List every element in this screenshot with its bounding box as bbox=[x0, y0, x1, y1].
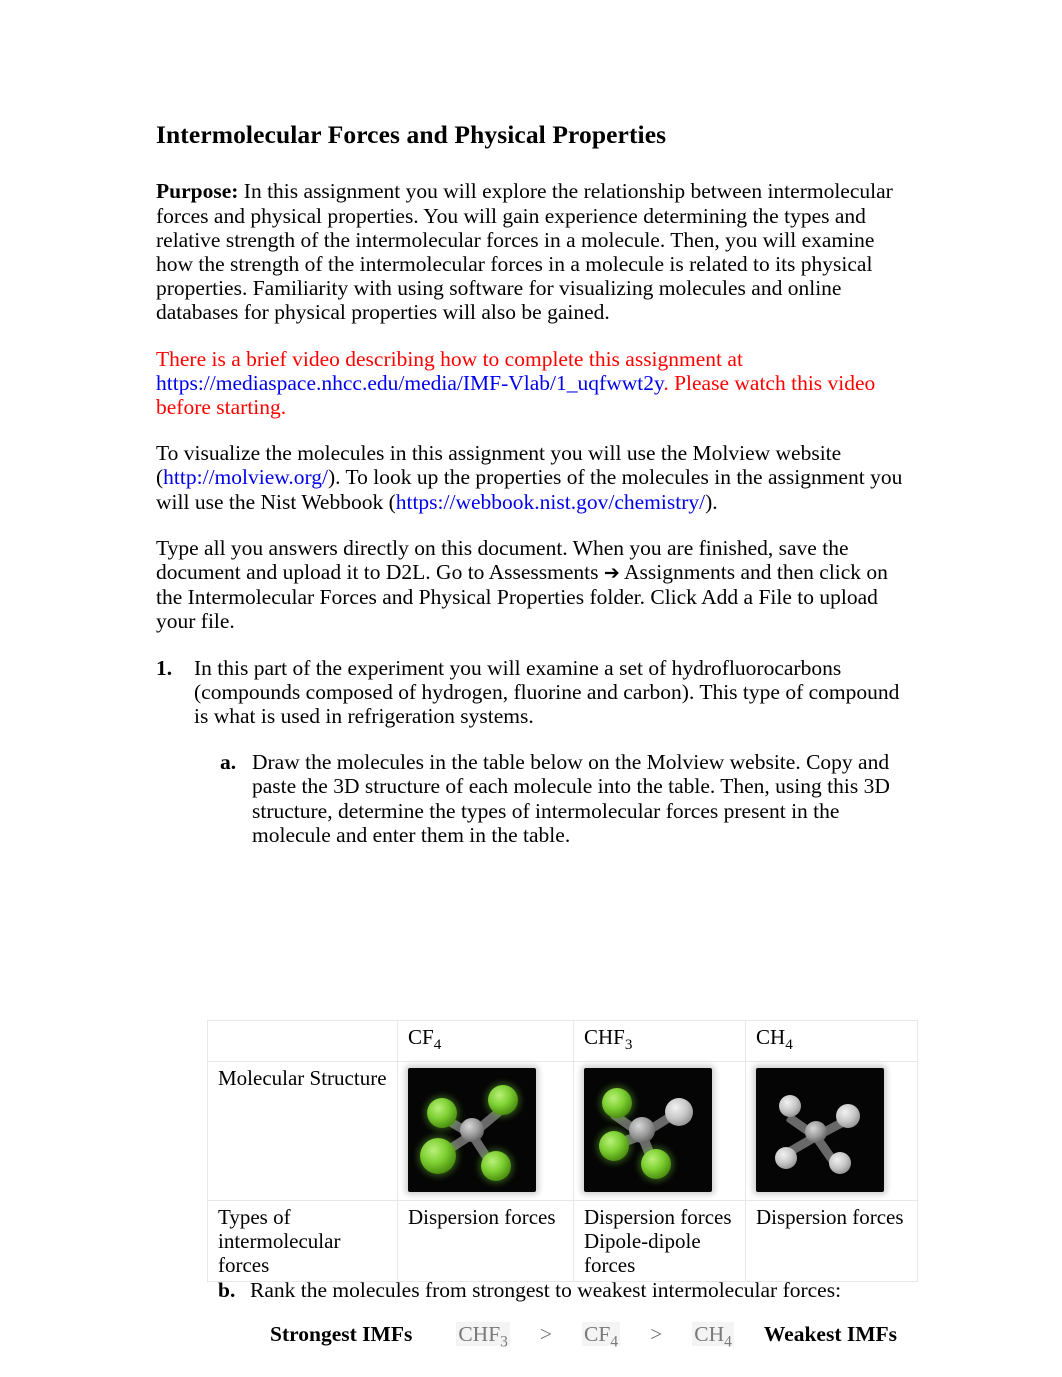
atom-fluorine bbox=[420, 1138, 456, 1175]
column-header-chf3: CHF3 bbox=[573, 1019, 746, 1063]
atom-hydrogen bbox=[779, 1095, 801, 1118]
atom-hydrogen bbox=[836, 1104, 860, 1129]
atom-hydrogen bbox=[665, 1098, 693, 1127]
table-header-row: CF4 CHF3 CH4 bbox=[207, 1019, 918, 1063]
nist-webbook-link[interactable]: https://webbook.nist.gov/chemistry/ bbox=[396, 490, 705, 514]
atom-carbon bbox=[805, 1121, 827, 1144]
page-title: Intermolecular Forces and Physical Prope… bbox=[156, 120, 667, 149]
row-label-molecular-structure: Molecular Structure bbox=[207, 1061, 398, 1202]
row-label-types-of-forces: Types of intermolecular forces bbox=[207, 1200, 398, 1283]
molecule-cell-chf3 bbox=[573, 1061, 746, 1202]
atom-carbon bbox=[629, 1117, 655, 1144]
molecule-image-cf4 bbox=[408, 1068, 536, 1193]
table-row-structure: Molecular Structure bbox=[207, 1061, 918, 1202]
list-item: a. Draw the molecules in the table below… bbox=[156, 750, 908, 847]
atom-fluorine bbox=[641, 1149, 671, 1180]
ranking-answer-1[interactable]: CHF3 bbox=[456, 1322, 510, 1350]
molecule-image-ch4 bbox=[756, 1068, 884, 1193]
question-1a-text: Draw the molecules in the table below on… bbox=[252, 750, 890, 847]
formula-base: CF bbox=[584, 1322, 611, 1346]
question-1b-text: Rank the molecules from strongest to wea… bbox=[250, 1278, 842, 1302]
column-header-cf4: CF4 bbox=[397, 1019, 574, 1063]
formula-base: CF bbox=[408, 1025, 434, 1049]
ranking-separator: > bbox=[650, 1322, 663, 1346]
molecule-cell-ch4 bbox=[745, 1061, 918, 1202]
video-note-before: There is a brief video describing how to… bbox=[156, 346, 743, 371]
question-1-text: In this part of the experiment you will … bbox=[194, 655, 900, 728]
ranking-answer-2[interactable]: CF4 bbox=[582, 1322, 621, 1350]
formula-base: CHF bbox=[584, 1025, 625, 1049]
imf-table: CF4 CHF3 CH4 Molecular Structure Types o… bbox=[207, 1019, 918, 1283]
purpose-paragraph: Purpose: In this assignment you will exp… bbox=[156, 179, 908, 324]
formula-subscript: 4 bbox=[610, 1333, 619, 1351]
strongest-imfs-label: Strongest IMFs bbox=[270, 1322, 413, 1346]
atom-fluorine bbox=[481, 1151, 511, 1182]
right-arrow-icon: ➔ bbox=[603, 561, 620, 584]
formula-subscript: 4 bbox=[724, 1333, 732, 1351]
table-row-forces: Types of intermolecular forces Dispersio… bbox=[207, 1200, 918, 1283]
atom-carbon bbox=[460, 1118, 484, 1143]
video-note-paragraph: There is a brief video describing how to… bbox=[156, 347, 908, 420]
websites-part3: ). bbox=[705, 489, 718, 514]
submission-paragraph: Type all you answers directly on this do… bbox=[156, 536, 908, 634]
atom-hydrogen bbox=[829, 1152, 851, 1175]
molecule-image-chf3 bbox=[584, 1068, 712, 1193]
atom-fluorine bbox=[599, 1131, 629, 1162]
formula-subscript: 4 bbox=[785, 1037, 793, 1054]
ranking-answer-row: Strongest IMFs CHF3 > CF4 > CH4 Weakest IMFs bbox=[218, 1322, 918, 1354]
ranking-line: Strongest IMFs CHF3 > CF4 > CH4 Weakest IMFs bbox=[218, 1322, 918, 1354]
purpose-text: In this assignment you will explore the … bbox=[156, 179, 893, 325]
weakest-imfs-label: Weakest IMFs bbox=[763, 1322, 898, 1346]
forces-cell-chf3[interactable]: Dispersion forces Dipole-dipole forces bbox=[573, 1200, 746, 1283]
formula-subscript: 3 bbox=[624, 1037, 633, 1054]
list-marker-a: a. bbox=[220, 750, 237, 775]
formula-base: CH bbox=[694, 1322, 725, 1346]
atom-fluorine bbox=[488, 1085, 518, 1116]
atom-hydrogen bbox=[775, 1147, 797, 1170]
ranking-separator: > bbox=[539, 1322, 553, 1346]
list-marker-b: b. bbox=[218, 1278, 236, 1302]
forces-cell-cf4[interactable]: Dispersion forces bbox=[397, 1200, 574, 1283]
ranking-answer-3[interactable]: CH4 bbox=[692, 1322, 734, 1350]
column-header-ch4: CH4 bbox=[745, 1019, 918, 1063]
formula-base: CHF bbox=[458, 1322, 501, 1346]
atom-fluorine bbox=[602, 1088, 632, 1119]
websites-paragraph: To visualize the molecules in this assig… bbox=[156, 441, 908, 514]
table-corner-cell bbox=[207, 1019, 398, 1063]
formula-subscript: 4 bbox=[433, 1037, 442, 1054]
molecule-table-container: CF4 CHF3 CH4 Molecular Structure Types o… bbox=[207, 1019, 918, 1283]
formula-subscript: 3 bbox=[500, 1333, 508, 1351]
molecule-cell-cf4 bbox=[397, 1061, 574, 1202]
atom-fluorine bbox=[427, 1098, 457, 1129]
video-link[interactable]: https://mediaspace.nhcc.edu/media/IMF-Vl… bbox=[156, 371, 663, 395]
document-body: Intermolecular Forces and Physical Prope… bbox=[156, 120, 908, 869]
purpose-label: Purpose: bbox=[156, 179, 239, 204]
forces-cell-ch4[interactable]: Dispersion forces bbox=[745, 1200, 918, 1283]
list-item: 1. In this part of the experiment you wi… bbox=[156, 656, 908, 729]
molview-link[interactable]: http://molview.org/ bbox=[163, 465, 328, 489]
formula-base: CH bbox=[756, 1025, 786, 1049]
list-marker-1: 1. bbox=[156, 655, 173, 680]
document-page: Intermolecular Forces and Physical Prope… bbox=[0, 0, 1062, 1377]
list-item: b. Rank the molecules from strongest to … bbox=[218, 1278, 918, 1302]
